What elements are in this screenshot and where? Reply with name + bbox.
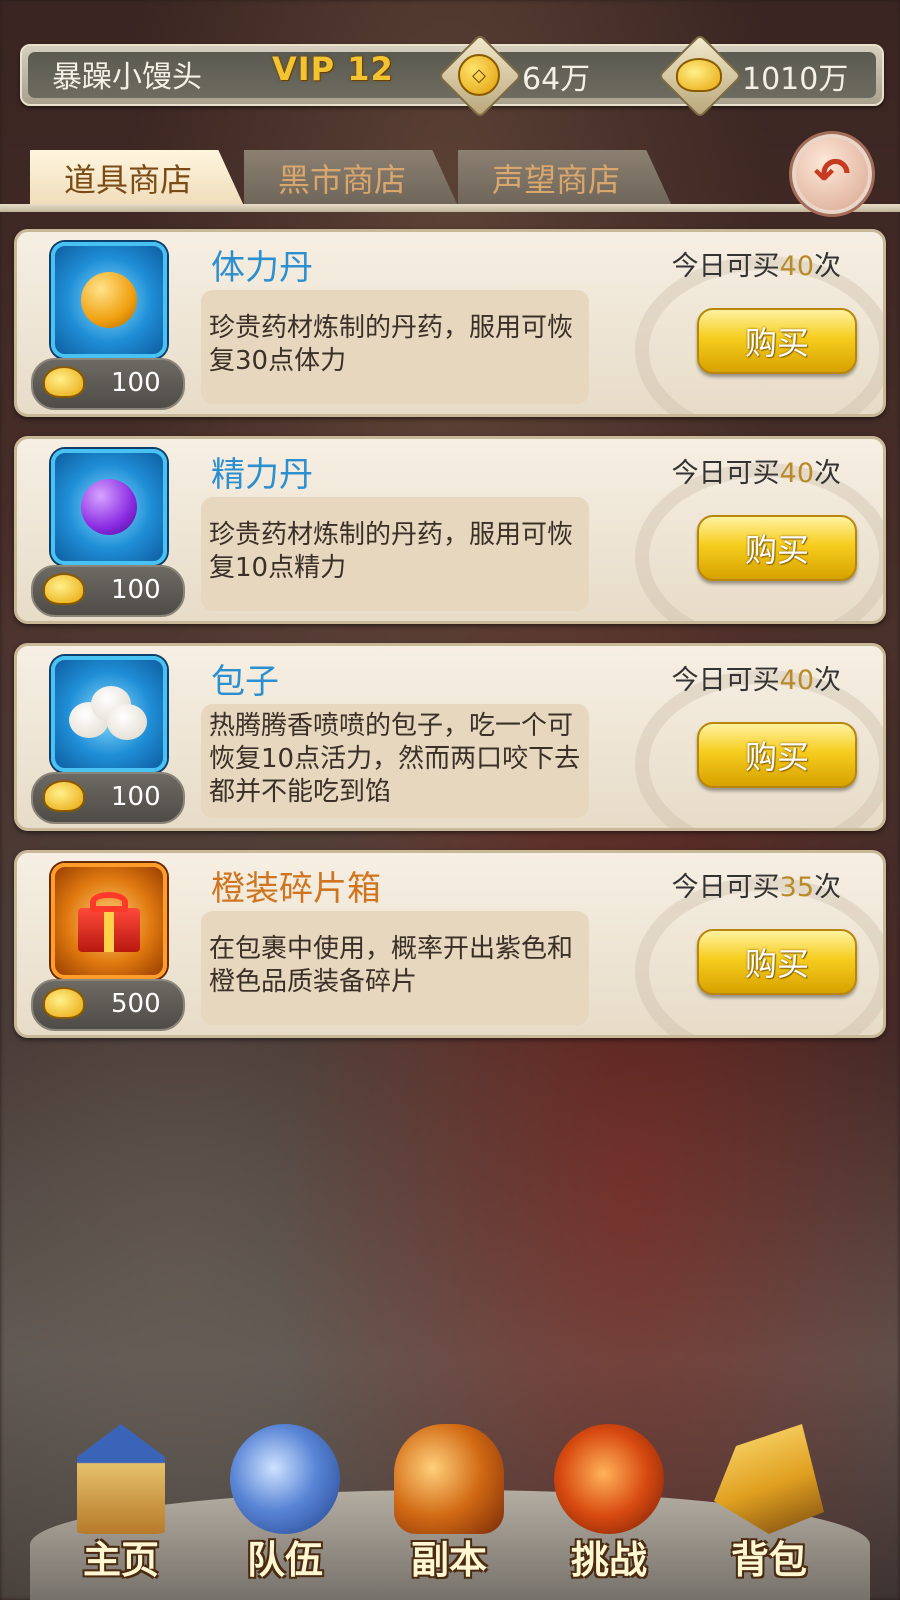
limit-suffix: 次 [814, 251, 841, 282]
description-box: 在包裹中使用，概率开出紫色和橙色品质装备碎片 [201, 911, 589, 1025]
limit-suffix: 次 [814, 665, 841, 696]
bottom-nav: 主页 队伍 副本 挑战 背包 [0, 1400, 900, 1600]
purchase-limit: 今日可买35次 [672, 865, 841, 904]
description-box: 珍贵药材炼制的丹药，服用可恢复30点体力 [201, 290, 589, 404]
limit-prefix: 今日可买 [671, 665, 780, 696]
copper-coin-icon: ◇ [458, 54, 500, 96]
buy-button[interactable]: 购买 [697, 515, 857, 581]
shop-item-card: 500 橙装碎片箱 今日可买35次 在包裹中使用，概率开出紫色和橙色品质装备碎片… [14, 850, 886, 1038]
purchase-limit: 今日可买40次 [672, 244, 841, 283]
nav-label: 主页 [82, 1538, 159, 1582]
username: 暴躁小馒头 [52, 60, 202, 95]
limit-suffix: 次 [814, 872, 841, 903]
price-tag: 100 [31, 565, 185, 617]
price-value: 500 [111, 989, 161, 1019]
nav-home[interactable]: 主页 [46, 1410, 196, 1590]
item-icon-frame[interactable] [51, 656, 167, 772]
item-icon-frame[interactable] [51, 863, 167, 979]
price-value: 100 [111, 782, 161, 812]
price-value: 100 [111, 575, 161, 605]
item-description: 珍贵药材炼制的丹药，服用可恢复30点体力 [209, 313, 574, 376]
tab-label: 黑市商店 [278, 161, 407, 199]
limit-count: 40 [779, 251, 814, 282]
nav-team[interactable]: 队伍 [210, 1410, 360, 1590]
steamed-bun-icon [69, 686, 149, 742]
tab-label: 道具商店 [64, 161, 193, 199]
item-description: 热腾腾香喷喷的包子，吃一个可恢复10点活力，然而两口咬下去都并不能吃到馅 [209, 711, 581, 807]
palace-icon [77, 1424, 165, 1534]
nav-label: 挑战 [570, 1538, 647, 1582]
price-tag: 100 [31, 358, 185, 410]
shop-item-card: 100 精力丹 今日可买40次 珍贵药材炼制的丹药，服用可恢复10点精力 购买 [14, 436, 886, 624]
tab-item-shop[interactable]: 道具商店 [30, 150, 244, 206]
gold-ingot-icon [43, 573, 85, 605]
description-box: 热腾腾香喷喷的包子，吃一个可恢复10点活力，然而两口咬下去都并不能吃到馅 [201, 704, 589, 818]
price-value: 100 [111, 368, 161, 398]
item-description: 珍贵药材炼制的丹药，服用可恢复10点精力 [209, 520, 574, 583]
buy-button[interactable]: 购买 [697, 308, 857, 374]
buy-button[interactable]: 购买 [697, 929, 857, 995]
tab-label: 声望商店 [492, 161, 621, 199]
gold-ingot-icon [43, 366, 85, 398]
item-icon-frame[interactable] [51, 449, 167, 565]
nav-bag[interactable]: 背包 [694, 1410, 844, 1590]
tab-divider [0, 204, 900, 212]
gold-ingot-icon [43, 780, 85, 812]
item-name: 橙装碎片箱 [211, 869, 381, 909]
buy-button[interactable]: 购买 [697, 722, 857, 788]
gourd-scroll-icon [394, 1424, 504, 1534]
item-description: 在包裹中使用，概率开出紫色和橙色品质装备碎片 [209, 934, 574, 997]
gold-ingot-icon [43, 987, 85, 1019]
price-tag: 500 [31, 979, 185, 1031]
coin-amount: 64万 [522, 62, 591, 97]
purchase-limit: 今日可买40次 [672, 451, 841, 490]
nav-challenge[interactable]: 挑战 [534, 1410, 684, 1590]
team-banner-icon [230, 1424, 340, 1534]
purple-orb-icon [81, 479, 137, 535]
gift-box-icon [74, 890, 144, 952]
orange-orb-icon [81, 272, 137, 328]
nav-label: 副本 [410, 1538, 487, 1582]
backpack-icon [714, 1424, 824, 1534]
back-arrow-icon: ↶ [813, 148, 851, 200]
limit-prefix: 今日可买 [671, 458, 780, 489]
tab-reputation-shop[interactable]: 声望商店 [458, 150, 672, 206]
item-icon-frame[interactable] [51, 242, 167, 358]
limit-count: 35 [779, 872, 814, 903]
limit-suffix: 次 [814, 458, 841, 489]
tab-black-market[interactable]: 黑市商店 [244, 150, 458, 206]
shop-item-card: 100 体力丹 今日可买40次 珍贵药材炼制的丹药，服用可恢复30点体力 购买 [14, 229, 886, 417]
item-name: 包子 [211, 662, 279, 702]
limit-prefix: 今日可买 [671, 872, 780, 903]
item-name: 精力丹 [211, 455, 313, 495]
drum-icon [554, 1424, 664, 1534]
ingot-amount: 1010万 [742, 62, 849, 97]
nav-label: 背包 [730, 1538, 807, 1582]
shop-item-card: 100 包子 今日可买40次 热腾腾香喷喷的包子，吃一个可恢复10点活力，然而两… [14, 643, 886, 831]
nav-dungeon[interactable]: 副本 [374, 1410, 524, 1590]
price-tag: 100 [31, 772, 185, 824]
description-box: 珍贵药材炼制的丹药，服用可恢复10点精力 [201, 497, 589, 611]
vip-level: VIP 12 [272, 50, 394, 88]
item-name: 体力丹 [211, 248, 313, 288]
gold-ingot-icon [676, 58, 722, 92]
back-button[interactable]: ↶ [792, 134, 872, 214]
limit-prefix: 今日可买 [671, 251, 780, 282]
limit-count: 40 [779, 458, 814, 489]
purchase-limit: 今日可买40次 [672, 658, 841, 697]
limit-count: 40 [779, 665, 814, 696]
nav-label: 队伍 [246, 1538, 323, 1582]
